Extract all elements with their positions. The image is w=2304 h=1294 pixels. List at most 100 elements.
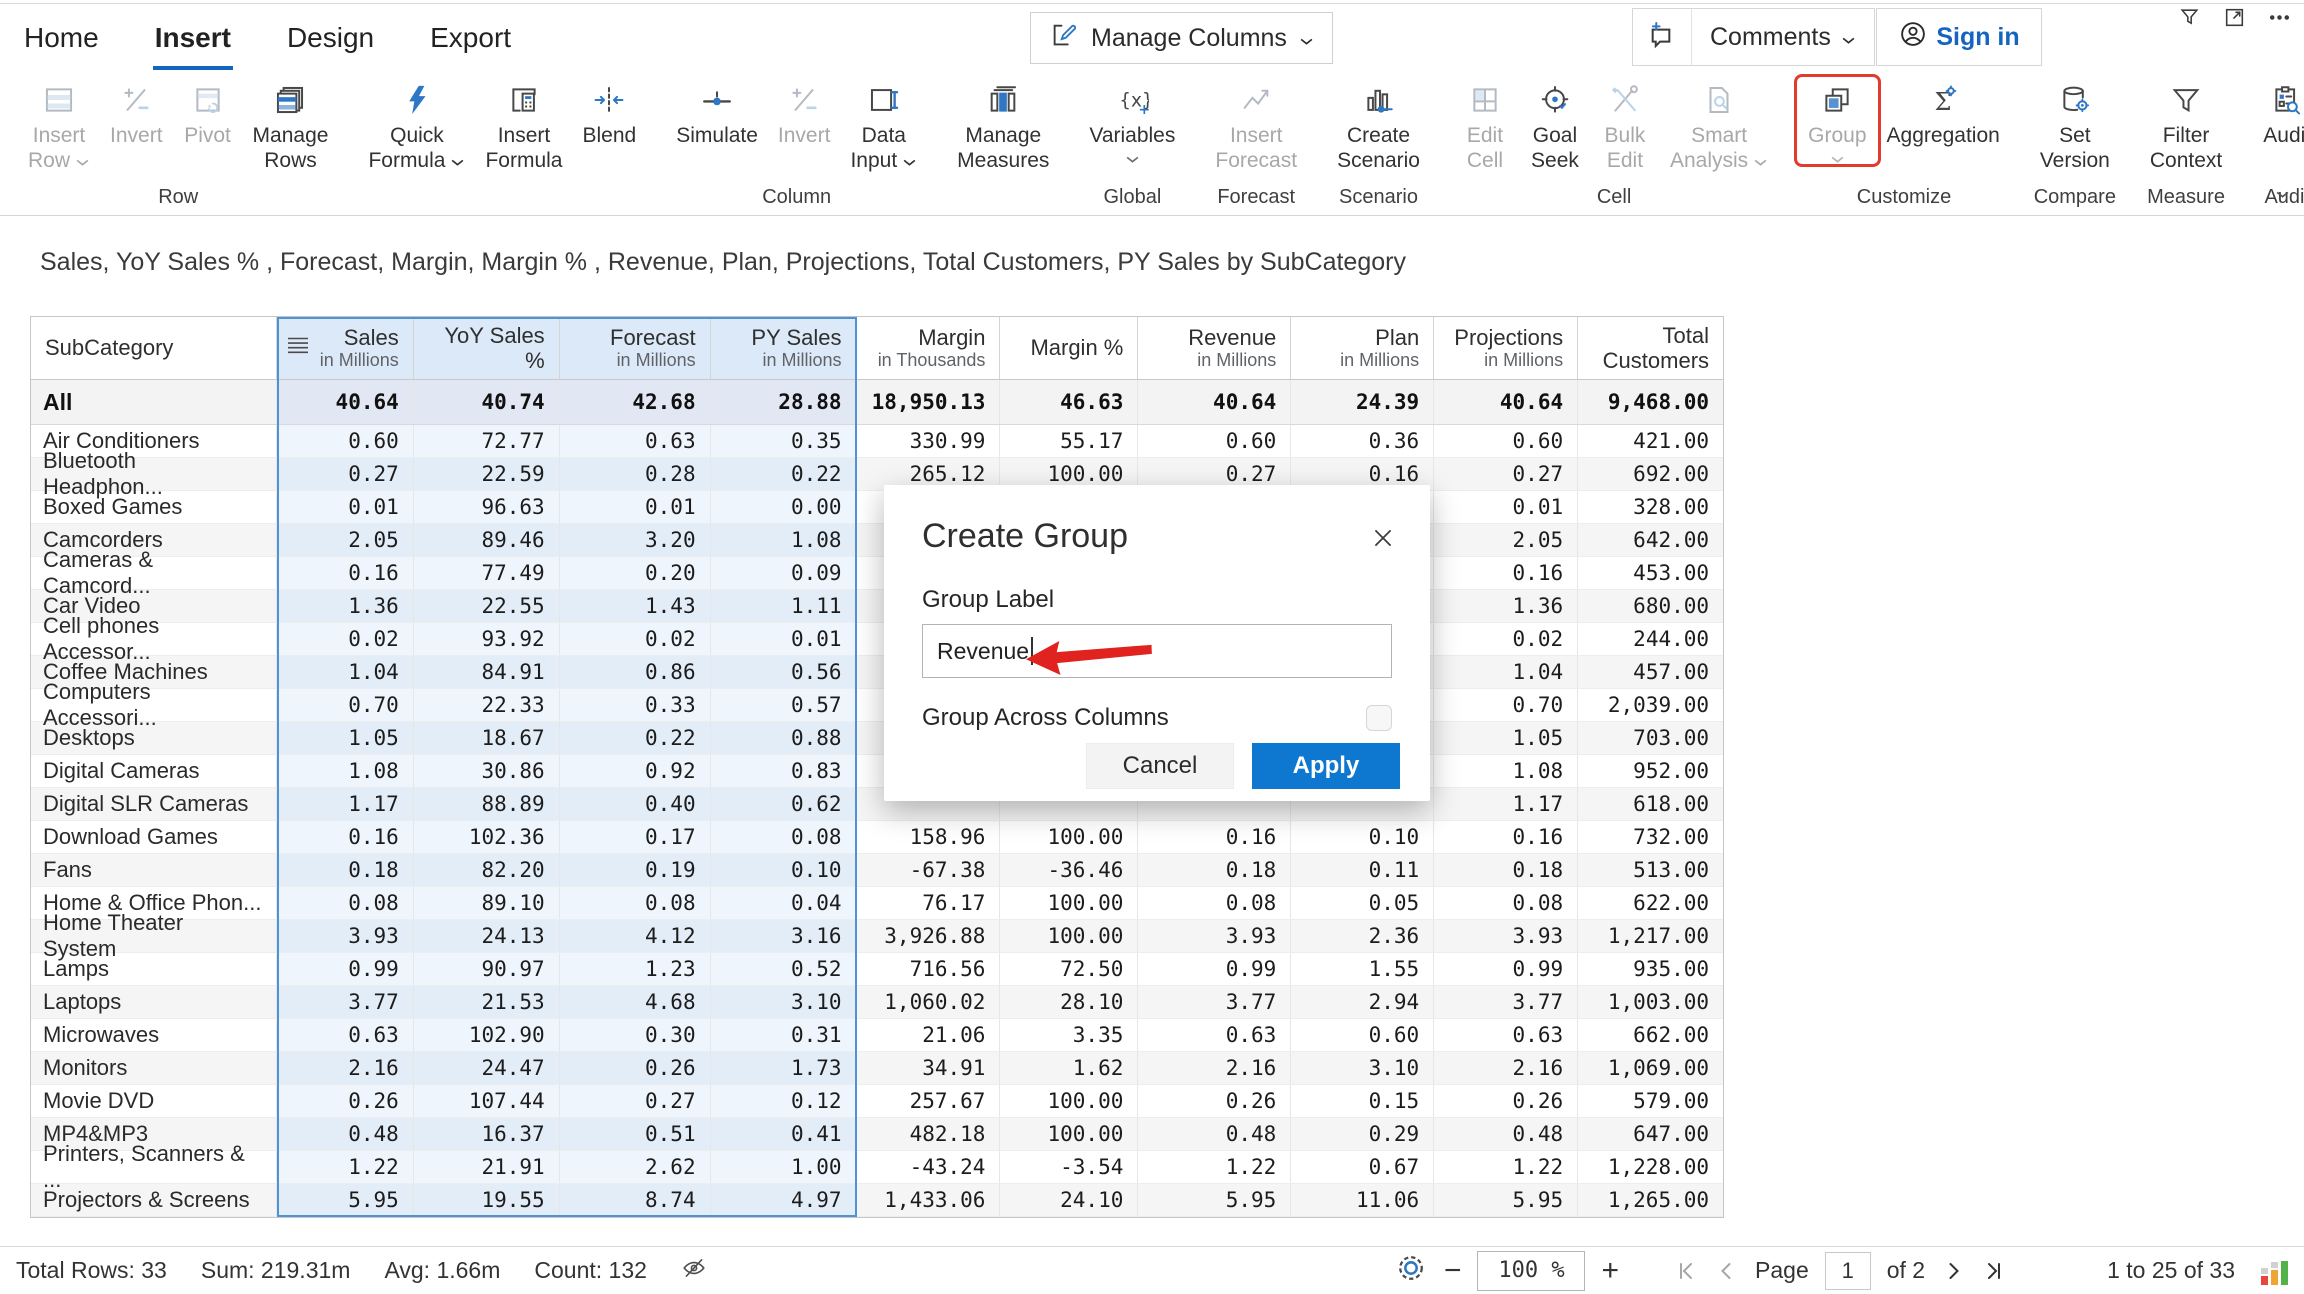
table-row[interactable]: Home & Office Phon...0.0889.100.080.0476… — [31, 887, 1723, 920]
cell[interactable]: 0.70 — [1434, 689, 1578, 721]
cell[interactable]: 3.93 — [277, 920, 414, 952]
cell[interactable]: 3.93 — [1138, 920, 1291, 952]
cell[interactable]: 0.26 — [277, 1085, 414, 1117]
cell[interactable]: 0.70 — [277, 689, 414, 721]
cell[interactable]: 0.26 — [1434, 1085, 1578, 1117]
cell[interactable]: 0.12 — [711, 1085, 857, 1117]
cell[interactable]: 90.97 — [414, 953, 560, 985]
cell[interactable]: 96.63 — [414, 491, 560, 523]
cell[interactable]: 21.53 — [414, 986, 560, 1018]
cell[interactable]: 1.36 — [1434, 590, 1578, 622]
zoom-level[interactable]: 100 % — [1477, 1251, 1585, 1291]
cell[interactable]: 0.00 — [711, 491, 857, 523]
cell[interactable]: 1,433.06 — [857, 1184, 1001, 1216]
cell[interactable]: 1.04 — [1434, 656, 1578, 688]
cell[interactable]: 24.47 — [414, 1052, 560, 1084]
cell[interactable]: 3.16 — [711, 920, 857, 952]
cell[interactable]: 3.77 — [1434, 986, 1578, 1018]
cell[interactable]: 2.16 — [277, 1052, 414, 1084]
table-row[interactable]: Camcorders2.0589.463.201.082.05642.00 — [31, 524, 1723, 557]
quick-formula-button[interactable]: QuickFormula — [358, 76, 475, 174]
row-label[interactable]: Movie DVD — [31, 1085, 277, 1117]
table-row[interactable]: Digital Cameras1.0830.860.920.831.08952.… — [31, 755, 1723, 788]
aggregation-button[interactable]: ΣAggregation — [1877, 76, 2010, 149]
cell[interactable]: 4.68 — [560, 986, 711, 1018]
column-header-plan[interactable]: Planin Millions — [1291, 317, 1434, 379]
tab-export[interactable]: Export — [428, 22, 513, 70]
column-header-margin-[interactable]: Margin % — [1000, 317, 1138, 379]
cell[interactable]: 3.77 — [1138, 986, 1291, 1018]
cell[interactable]: 0.63 — [277, 1019, 414, 1051]
cell[interactable]: 330.99 — [857, 425, 1001, 457]
cell[interactable]: 0.04 — [711, 887, 857, 919]
cell[interactable]: 0.60 — [1291, 1019, 1434, 1051]
column-header-yoy-sales-[interactable]: YoY Sales % — [414, 317, 560, 379]
cell[interactable]: 0.86 — [560, 656, 711, 688]
cell[interactable]: 0.02 — [1434, 623, 1578, 655]
row-label[interactable]: Digital SLR Cameras — [31, 788, 277, 820]
cell[interactable]: 8.74 — [560, 1184, 711, 1216]
cell[interactable]: 24.10 — [1000, 1184, 1138, 1216]
cell[interactable]: 0.08 — [1434, 887, 1578, 919]
cell[interactable]: 0.10 — [1291, 821, 1434, 853]
cell[interactable]: 34.91 — [857, 1052, 1001, 1084]
cell[interactable]: 3.10 — [711, 986, 857, 1018]
cell[interactable]: 1.43 — [560, 590, 711, 622]
cell[interactable]: 0.92 — [560, 755, 711, 787]
cell[interactable]: 1.73 — [711, 1052, 857, 1084]
cell[interactable]: 1.22 — [1434, 1151, 1578, 1183]
cancel-button[interactable]: Cancel — [1086, 743, 1234, 789]
cell[interactable]: 89.46 — [414, 524, 560, 556]
cell[interactable]: 19.55 — [414, 1184, 560, 1216]
cell[interactable]: 1.00 — [711, 1151, 857, 1183]
cell[interactable]: 40.64 — [1434, 380, 1578, 424]
cell[interactable]: 0.60 — [1138, 425, 1291, 457]
cell[interactable]: 11.06 — [1291, 1184, 1434, 1216]
cell[interactable]: 0.26 — [560, 1052, 711, 1084]
row-label[interactable]: Microwaves — [31, 1019, 277, 1051]
cell[interactable]: 0.67 — [1291, 1151, 1434, 1183]
bulk-edit-button[interactable]: BulkEdit — [1590, 76, 1660, 174]
invert-button[interactable]: Invert — [100, 76, 173, 149]
cell[interactable]: 2,039.00 — [1578, 689, 1723, 721]
page-number-input[interactable]: 1 — [1825, 1252, 1871, 1290]
cell[interactable]: 40.64 — [1138, 380, 1291, 424]
cell[interactable]: 0.52 — [711, 953, 857, 985]
tab-insert[interactable]: Insert — [153, 22, 233, 70]
cell[interactable]: 0.16 — [1434, 821, 1578, 853]
data-input-button[interactable]: DataInput — [840, 76, 927, 174]
table-total-row[interactable]: All40.6440.7442.6828.8818,950.1346.6340.… — [31, 380, 1723, 425]
cell[interactable]: 72.77 — [414, 425, 560, 457]
cell[interactable]: 0.05 — [1291, 887, 1434, 919]
group-button[interactable]: Group — [1798, 76, 1876, 169]
cell[interactable]: 0.01 — [1434, 491, 1578, 523]
cell[interactable]: 0.10 — [711, 854, 857, 886]
invert-button[interactable]: Invert — [768, 76, 841, 149]
cell[interactable]: 0.99 — [277, 953, 414, 985]
cell[interactable]: 0.16 — [1434, 557, 1578, 589]
manage-measures-button[interactable]: ManageMeasures — [947, 76, 1059, 174]
column-header-revenue[interactable]: Revenuein Millions — [1138, 317, 1291, 379]
cell[interactable]: 457.00 — [1578, 656, 1723, 688]
cell[interactable]: 0.40 — [560, 788, 711, 820]
table-row[interactable]: Cell phones Accessor...0.0293.920.020.01… — [31, 623, 1723, 656]
cell[interactable]: 0.02 — [277, 623, 414, 655]
cell[interactable]: 2.16 — [1434, 1052, 1578, 1084]
table-row[interactable]: Boxed Games0.0196.630.010.000.01328.00 — [31, 491, 1723, 524]
cell[interactable]: 5.95 — [277, 1184, 414, 1216]
cell[interactable]: 40.64 — [277, 380, 414, 424]
cell[interactable]: 618.00 — [1578, 788, 1723, 820]
group-across-columns-checkbox[interactable] — [1366, 705, 1392, 731]
cell[interactable]: 1.08 — [277, 755, 414, 787]
manage-rows-button[interactable]: ManageRows — [243, 76, 339, 174]
cell[interactable]: 1.55 — [1291, 953, 1434, 985]
insert-forecast-button[interactable]: InsertForecast — [1205, 76, 1307, 174]
cell[interactable]: 647.00 — [1578, 1118, 1723, 1150]
cell[interactable]: 0.31 — [711, 1019, 857, 1051]
cell[interactable]: 732.00 — [1578, 821, 1723, 853]
table-row[interactable]: Cameras & Camcord...0.1677.490.200.090.1… — [31, 557, 1723, 590]
table-row[interactable]: Car Video1.3622.551.431.111.36680.00 — [31, 590, 1723, 623]
cell[interactable]: 244.00 — [1578, 623, 1723, 655]
cell[interactable]: 0.01 — [277, 491, 414, 523]
cell[interactable]: 100.00 — [1000, 1118, 1138, 1150]
